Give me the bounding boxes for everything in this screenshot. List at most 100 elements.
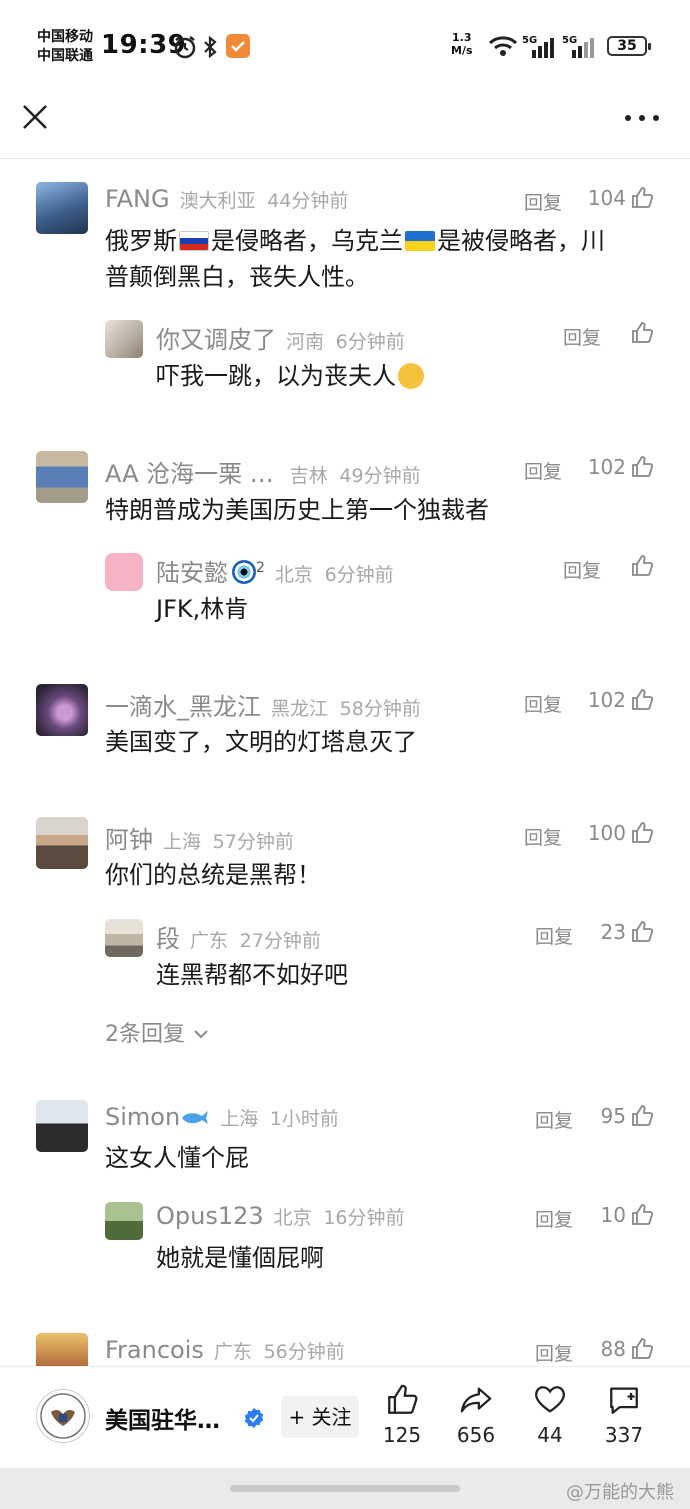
avatar[interactable]	[36, 684, 88, 736]
author-name[interactable]: 阿钟	[105, 826, 153, 854]
like-button[interactable]: 100	[588, 821, 654, 845]
comment-time: 49分钟前	[339, 465, 421, 487]
thumb-up-icon	[632, 1105, 654, 1126]
author-name[interactable]: 你又调皮了	[156, 326, 276, 354]
signal-bars-icon	[572, 38, 594, 58]
avatar[interactable]	[36, 1333, 88, 1366]
badge-level: 2	[256, 560, 265, 576]
follow-button[interactable]: + 关注	[281, 1396, 359, 1438]
author-name[interactable]: FANG	[105, 185, 170, 213]
comment-time: 6分钟前	[335, 331, 405, 353]
whale-icon	[182, 1111, 209, 1124]
author-name[interactable]: Simon	[105, 1103, 180, 1131]
avatar[interactable]	[36, 182, 88, 234]
like-button[interactable]	[630, 321, 654, 345]
share-button[interactable]: 656	[446, 1383, 506, 1447]
avatar[interactable]	[105, 320, 143, 358]
carrier-1: 中国移动	[37, 29, 93, 45]
reply-author[interactable]: 你又调皮了 河南 6分钟前	[156, 320, 405, 355]
comment-button[interactable]: 337	[594, 1383, 654, 1447]
embassy-seal-icon	[40, 1393, 86, 1439]
account-avatar[interactable]	[36, 1389, 90, 1443]
author-location: 澳大利亚	[179, 190, 256, 212]
author-name[interactable]: 段	[156, 925, 180, 953]
comment-author[interactable]: 一滴水_黑龙江 黑龙江 58分钟前	[105, 687, 421, 722]
reply-button[interactable]: 回复	[563, 556, 601, 583]
system-nav-area: @万能的大熊	[0, 1468, 690, 1509]
signal-bars-icon	[532, 38, 554, 58]
russia-flag-icon	[179, 231, 209, 251]
reply-button[interactable]: 回复	[535, 922, 573, 949]
share-count: 656	[456, 1423, 496, 1447]
watermark: @万能的大熊	[566, 1482, 674, 1503]
header-divider	[0, 158, 690, 159]
reply-button[interactable]: 回复	[524, 188, 562, 215]
like-button[interactable]	[630, 554, 654, 578]
like-count: 104	[587, 186, 626, 210]
like-count: 95	[600, 1104, 626, 1128]
heart-icon	[535, 1386, 565, 1413]
comment-time: 6分钟前	[324, 564, 394, 586]
reply-author[interactable]: 陆安懿 2 北京 6分钟前	[156, 553, 394, 588]
battery-indicator: 35	[607, 36, 651, 56]
comment-text-line2: 普颠倒黑白，丧失人性。	[105, 263, 369, 291]
author-name[interactable]: Opus123	[156, 1202, 264, 1230]
like-post-button[interactable]: 125	[372, 1383, 432, 1447]
favorite-button[interactable]: 44	[520, 1383, 580, 1447]
comment-time: 44分钟前	[267, 190, 349, 212]
author-name[interactable]: AA 沧海一栗 …	[105, 460, 274, 488]
avatar[interactable]	[36, 451, 88, 503]
thumb-up-icon	[632, 689, 654, 710]
home-indicator[interactable]	[230, 1485, 460, 1492]
comment-author[interactable]: AA 沧海一栗 … 吉林 49分钟前	[105, 454, 421, 489]
author-location: 广东	[190, 930, 229, 952]
reply-button[interactable]: 回复	[563, 323, 601, 350]
reply-author[interactable]: 段广东 27分钟前	[156, 919, 321, 954]
more-replies-label: 2条回复	[105, 1022, 185, 1047]
comment-author[interactable]: Francois 广东 56分钟前	[105, 1336, 345, 1364]
reply-button[interactable]: 回复	[524, 823, 562, 850]
comment-time: 58分钟前	[339, 698, 421, 720]
comment-author[interactable]: FANG 澳大利亚 44分钟前	[105, 185, 348, 213]
like-button[interactable]: 102	[588, 688, 654, 712]
avatar[interactable]	[36, 1100, 88, 1152]
bluetooth-icon	[204, 35, 217, 59]
like-count: 88	[600, 1337, 626, 1361]
comment-author[interactable]: Simon 上海 1小时前	[105, 1103, 339, 1131]
avatar[interactable]	[105, 1202, 143, 1240]
reply-button[interactable]: 回复	[535, 1205, 573, 1232]
carrier-labels: 中国移动 中国联通	[37, 28, 93, 66]
avatar[interactable]	[36, 817, 88, 869]
like-button[interactable]: 23	[601, 920, 654, 944]
like-button[interactable]: 10	[601, 1203, 654, 1227]
author-name[interactable]: 陆安懿	[156, 559, 228, 587]
close-icon[interactable]	[18, 100, 52, 134]
comment-time: 16分钟前	[323, 1207, 405, 1229]
avatar[interactable]	[105, 553, 143, 591]
avatar[interactable]	[105, 919, 143, 957]
chevron-down-icon	[194, 1030, 208, 1039]
status-bar: 中国移动 中国联通 19:39 1.3 M/s 5G 5G 35	[0, 0, 690, 92]
reply-button[interactable]: 回复	[535, 1339, 573, 1366]
laughing-crying-emoji-icon	[398, 363, 424, 389]
author-name[interactable]: Francois	[105, 1336, 204, 1364]
author-name[interactable]: 一滴水_黑龙江	[105, 693, 261, 721]
account-name[interactable]: 美国驻华…	[105, 1401, 220, 1435]
thumb-up-icon	[632, 1338, 654, 1359]
thumb-up-icon	[632, 555, 654, 576]
like-button[interactable]: 95	[601, 1104, 654, 1128]
reply-button[interactable]: 回复	[524, 457, 562, 484]
reply-author[interactable]: Opus123 北京 16分钟前	[156, 1202, 405, 1230]
reply-button[interactable]: 回复	[524, 690, 562, 717]
reply-text: 连黑帮都不如好吧	[156, 961, 348, 989]
more-icon[interactable]	[622, 108, 662, 128]
reply-button[interactable]: 回复	[535, 1106, 573, 1133]
share-icon	[460, 1387, 492, 1413]
like-button[interactable]: 102	[588, 455, 654, 479]
comment-author[interactable]: 阿钟 上海 57分钟前	[105, 820, 294, 855]
like-button[interactable]: 88	[601, 1337, 654, 1361]
like-button[interactable]: 104	[588, 186, 654, 210]
author-location: 北京	[274, 564, 313, 586]
comment-text: 你们的总统是黑帮！	[105, 861, 321, 889]
expand-replies-button[interactable]: 2条回复	[105, 1016, 210, 1048]
